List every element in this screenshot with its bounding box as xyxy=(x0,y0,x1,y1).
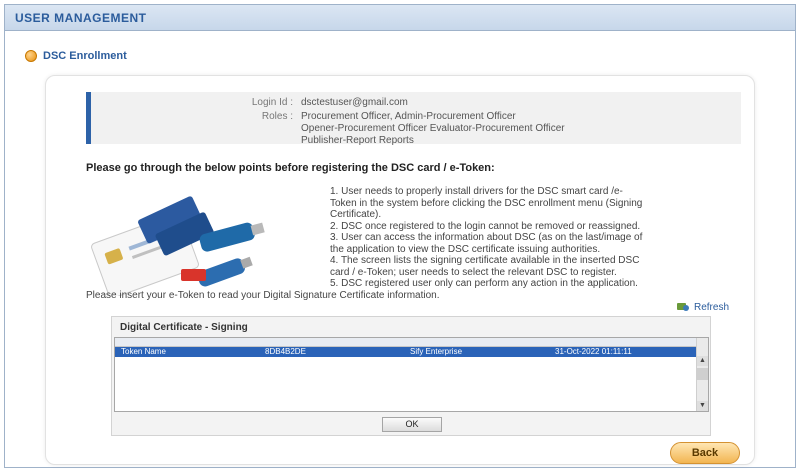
cert-serial: 8DB4B2DE xyxy=(265,347,306,356)
section-header: DSC Enrollment xyxy=(25,47,127,65)
cert-issuer: Sify Enterprise xyxy=(410,347,463,356)
section-title: DSC Enrollment xyxy=(43,50,127,62)
bullet-icon xyxy=(25,50,37,62)
login-value: dsctestuser@gmail.com xyxy=(301,97,408,108)
refresh-icon xyxy=(677,303,689,311)
point-line: card / e-Token; user needs to select the… xyxy=(330,266,617,278)
point-line: 2. DSC once registered to the login cann… xyxy=(330,220,641,232)
point-line: Token in the system before clicking the … xyxy=(330,197,643,209)
main-frame: USER MANAGEMENT DSC Enrollment Login Id … xyxy=(4,4,796,468)
insert-token-text: Please insert your e-Token to read your … xyxy=(86,290,440,301)
cert-date: 31-Oct-2022 01:11:11 xyxy=(555,347,632,356)
certificate-row[interactable]: Token Name 8DB4B2DE Sify Enterprise 31-O… xyxy=(115,347,698,357)
point-line: the application to view the DSC certific… xyxy=(330,243,601,255)
ok-button[interactable]: OK xyxy=(382,417,442,432)
roles-line: Publisher-Report Reports xyxy=(301,135,414,146)
page-title: USER MANAGEMENT xyxy=(15,11,147,25)
roles-label: Roles : xyxy=(261,111,293,122)
point-line: 1. User needs to properly install driver… xyxy=(330,186,623,197)
header-bar: USER MANAGEMENT xyxy=(5,5,795,31)
refresh-label: Refresh xyxy=(694,301,730,313)
point-line: Certificate). xyxy=(330,209,382,220)
certificate-dialog-title: Digital Certificate - Signing xyxy=(120,322,248,333)
refresh-button[interactable]: Refresh xyxy=(676,301,729,313)
roles-value: Procurement Officer, Admin-Procurement O… xyxy=(301,111,565,147)
content-panel: Login Id : dsctestuser@gmail.com Roles :… xyxy=(45,75,755,465)
point-line: 3. User can access the information about… xyxy=(330,232,643,243)
cert-name: Token Name xyxy=(121,347,166,356)
instruction-points: 1. User needs to properly install driver… xyxy=(316,186,741,290)
scroll-thumb[interactable] xyxy=(697,368,708,380)
certificate-dialog: Digital Certificate - Signing Token Name… xyxy=(111,316,711,436)
instructions-title: Please go through the below points befor… xyxy=(86,162,495,174)
login-row: Login Id : dsctestuser@gmail.com xyxy=(241,97,408,109)
point-line: 4. The screen lists the signing certific… xyxy=(330,255,640,266)
scroll-down-icon[interactable]: ▼ xyxy=(697,401,708,411)
dsc-token-illustration xyxy=(91,196,265,296)
roles-line: Opener-Procurement Officer Evaluator-Pro… xyxy=(301,123,565,134)
roles-row: Roles : Procurement Officer, Admin-Procu… xyxy=(241,111,565,147)
vertical-scrollbar[interactable]: ▲ ▼ xyxy=(696,338,708,411)
point-line: 5. DSC registered user only can perform … xyxy=(330,278,638,289)
certificate-list[interactable]: Token Name 8DB4B2DE Sify Enterprise 31-O… xyxy=(114,337,709,412)
roles-line: Procurement Officer, Admin-Procurement O… xyxy=(301,111,516,122)
certificate-list-header xyxy=(115,338,698,347)
user-info-box: Login Id : dsctestuser@gmail.com Roles :… xyxy=(86,92,741,147)
login-label: Login Id : xyxy=(251,97,293,108)
back-button[interactable]: Back xyxy=(670,442,740,464)
scroll-up-icon[interactable]: ▲ xyxy=(697,356,708,366)
